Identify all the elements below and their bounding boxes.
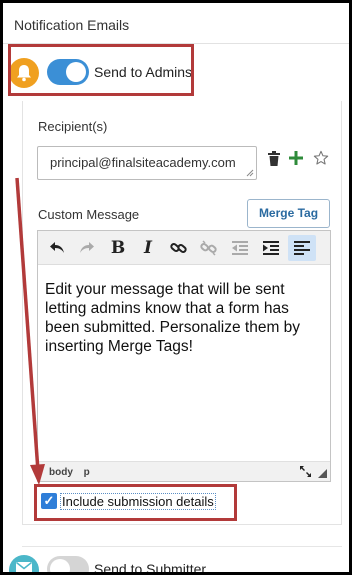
- annotation-box-details: [34, 484, 237, 521]
- star-icon[interactable]: [313, 150, 329, 166]
- notification-emails-panel: Notification Emails Send to Admins Recip…: [3, 3, 349, 572]
- resize-grip-icon[interactable]: [246, 169, 254, 177]
- editor-content[interactable]: Edit your message that will be sent lett…: [45, 280, 327, 356]
- outdent-button[interactable]: [226, 235, 254, 261]
- undo-icon: [50, 242, 64, 253]
- mail-icon: [9, 555, 39, 572]
- link-icon: [170, 243, 187, 253]
- custom-message-editor[interactable]: B I Edit your message that will be sent …: [37, 230, 331, 482]
- italic-glyph: I: [144, 238, 152, 258]
- toggle-knob: [50, 559, 70, 572]
- recipients-value: principal@finalsiteacademy.com: [50, 155, 236, 170]
- unlink-icon: [200, 240, 217, 256]
- align-left-button[interactable]: [288, 235, 316, 261]
- bold-glyph: B: [110, 238, 126, 258]
- path-item-body[interactable]: body: [49, 467, 73, 478]
- section-title: Notification Emails: [14, 17, 130, 33]
- unlink-button[interactable]: [195, 235, 223, 261]
- redo-button[interactable]: [73, 235, 101, 261]
- resize-handle-icon[interactable]: [318, 469, 327, 478]
- redo-icon: [80, 242, 94, 253]
- card-divider: [22, 546, 342, 547]
- bold-button[interactable]: B: [104, 235, 132, 261]
- annotation-box-admins: [8, 44, 194, 96]
- recipients-label: Recipient(s): [38, 119, 108, 134]
- send-to-submitter-label: Send to Submitter: [94, 561, 207, 572]
- align-left-icon: [294, 241, 310, 255]
- plus-icon[interactable]: [289, 151, 303, 165]
- link-button[interactable]: [165, 235, 193, 261]
- element-path: body p: [49, 467, 98, 478]
- send-to-submitter-toggle[interactable]: [47, 556, 89, 572]
- fullscreen-icon[interactable]: [299, 465, 312, 478]
- merge-tag-button[interactable]: Merge Tag: [247, 199, 330, 228]
- custom-message-label: Custom Message: [38, 207, 140, 222]
- outdent-icon: [232, 241, 248, 255]
- undo-button[interactable]: [43, 235, 71, 261]
- recipients-field[interactable]: principal@finalsiteacademy.com: [37, 146, 257, 180]
- indent-button[interactable]: [257, 235, 285, 261]
- editor-toolbar: B I: [38, 231, 330, 265]
- trash-icon[interactable]: [268, 151, 280, 166]
- italic-button[interactable]: I: [134, 235, 162, 261]
- indent-icon: [263, 241, 279, 255]
- path-item-p[interactable]: p: [84, 467, 90, 478]
- editor-statusbar: body p: [38, 461, 330, 481]
